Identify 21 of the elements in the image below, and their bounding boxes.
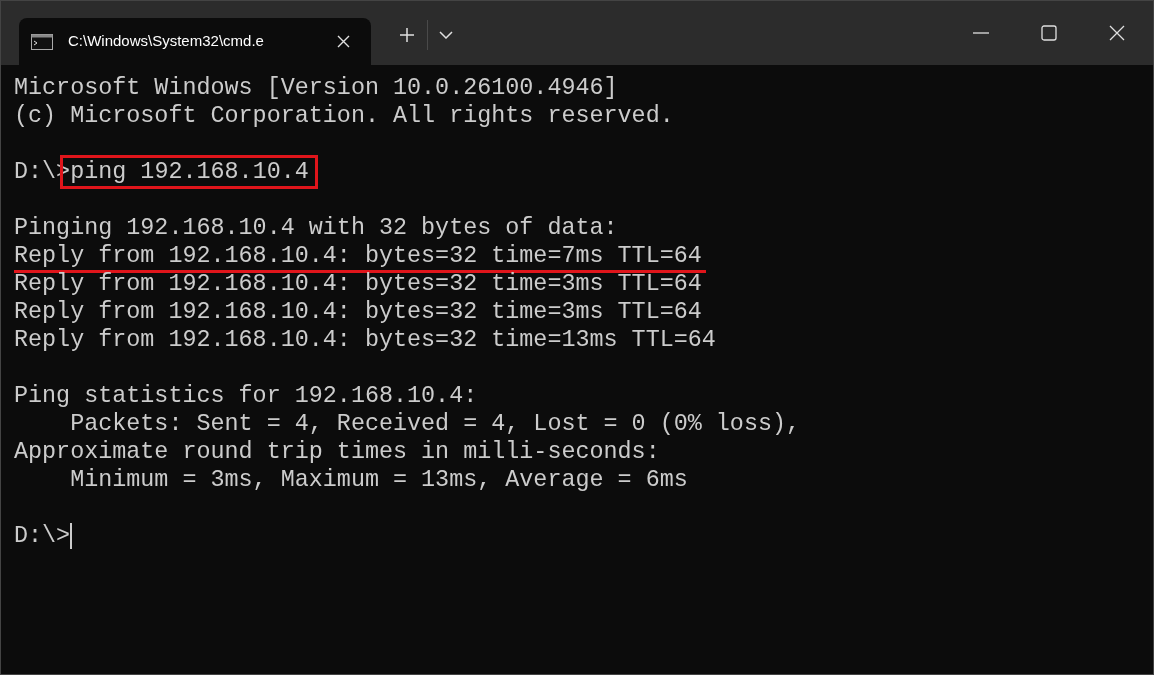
- underlined-console-line: Reply from 192.168.10.4: bytes=32 time=7ms TTL=64: [14, 242, 702, 270]
- console-icon: [31, 33, 53, 50]
- plus-icon: [399, 27, 415, 43]
- close-icon: [1109, 25, 1125, 41]
- close-icon: [336, 35, 350, 48]
- console-line: Microsoft Windows [Version 10.0.26100.4946]: [14, 74, 618, 102]
- console-line: Reply from 192.168.10.4: bytes=32 time=3ms TTL=64: [14, 270, 702, 298]
- console-line: Approximate round trip times in milli-seconds:: [14, 438, 660, 466]
- tab-title: C:\Windows\System32\cmd.e: [68, 31, 265, 52]
- prompt-text: D:\>: [14, 522, 71, 550]
- console-line: Reply from 192.168.10.4: bytes=32 time=3ms TTL=64: [14, 298, 702, 326]
- chevron-down-icon: [439, 31, 453, 39]
- console-line: Ping statistics for 192.168.10.4:: [14, 382, 478, 410]
- maximize-icon: [1041, 25, 1057, 41]
- tab[interactable]: C:\Windows\System32\cmd.e: [19, 18, 371, 65]
- console-line: Pinging 192.168.10.4 with 32 bytes of data:: [14, 214, 618, 242]
- console-line: Reply from 192.168.10.4: bytes=32 time=13ms TTL=64: [14, 326, 716, 354]
- console-line: Minimum = 3ms, Maximum = 13ms, Average = 6ms: [69, 466, 688, 494]
- minimize-icon: [973, 32, 989, 34]
- console-line: (c) Microsoft Corporation. All rights reserved.: [14, 102, 674, 130]
- console-line: Packets: Sent = 4, Received = 4, Lost = 0 (0% loss),: [69, 410, 801, 438]
